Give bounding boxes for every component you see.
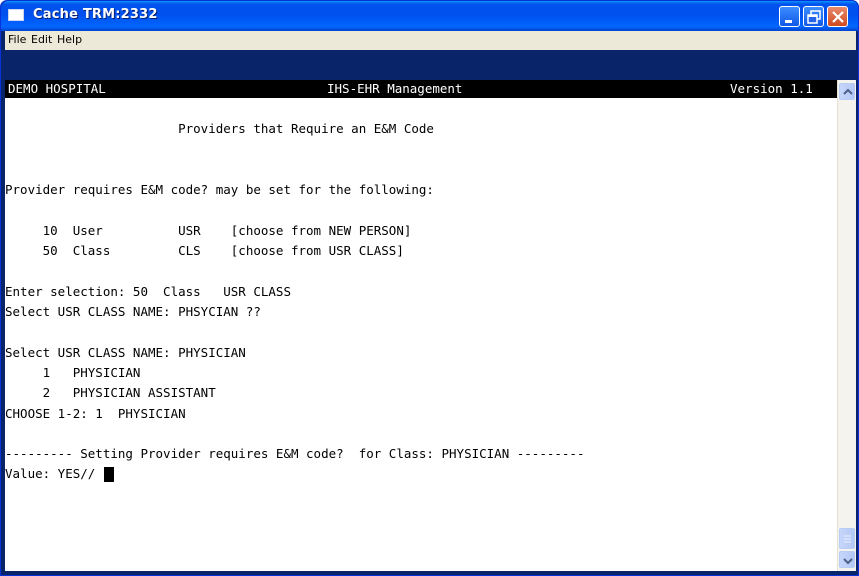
maximize-icon [807, 10, 821, 24]
terminal-line: 50 Class CLS [choose from USR CLASS] [5, 243, 404, 259]
terminal-line: --------- Setting Provider requires E&M … [5, 446, 585, 462]
scroll-grip-icon [844, 535, 851, 543]
menu-edit[interactable]: Edit [31, 33, 52, 46]
terminal-line: CHOOSE 1-2: 1 PHYSICIAN [5, 405, 186, 421]
terminal-window-icon [8, 9, 24, 21]
window-title: Cache TRM:2332 [33, 7, 158, 22]
vertical-scrollbar[interactable] [837, 80, 856, 571]
terminal-line: Select USR CLASS NAME: PHSYCIAN ?? [5, 304, 261, 319]
terminal-line: Providers that Require an E&M Code [5, 121, 434, 137]
terminal-window: Cache TRM:2332 File Edit Help Providers … [0, 0, 859, 576]
close-button[interactable] [827, 6, 848, 27]
menu-file[interactable]: File [8, 33, 26, 46]
terminal-line: Value: YES// [5, 466, 103, 482]
terminal-line: 2 PHYSICIAN ASSISTANT [5, 385, 216, 401]
version-label: Version 1.1 [730, 81, 813, 96]
terminal-line: 10 User USR [choose from NEW PERSON] [5, 222, 412, 238]
application-name: IHS-EHR Management [327, 81, 463, 96]
minimize-icon [785, 20, 792, 23]
title-bar[interactable]: Cache TRM:2332 [1, 1, 858, 31]
scroll-up-button[interactable] [839, 83, 855, 100]
close-icon [832, 11, 844, 23]
terminal-line: Enter selection: 50 Class USR CLASS [5, 283, 291, 299]
scroll-up-arrow-icon [843, 88, 853, 95]
menu-help[interactable]: Help [57, 33, 82, 46]
facility-name: DEMO HOSPITAL [8, 81, 106, 96]
terminal-header-bar: DEMO HOSPITAL IHS-EHR Management Version… [5, 80, 839, 98]
scroll-down-arrow-icon [843, 558, 853, 565]
terminal-screen[interactable]: Providers that Require an E&M Code Provid… [5, 80, 837, 571]
scroll-thumb[interactable] [839, 528, 855, 549]
terminal-line: 1 PHYSICIAN [5, 364, 141, 380]
text-cursor [103, 467, 114, 483]
minimize-button[interactable] [779, 6, 800, 27]
terminal-line: Select USR CLASS NAME: PHYSICIAN [5, 344, 246, 360]
scroll-down-button[interactable] [839, 551, 855, 568]
terminal-line: Provider requires E&M code? may be set f… [5, 182, 434, 198]
menu-bar: File Edit Help [5, 31, 856, 50]
maximize-button[interactable] [803, 6, 824, 27]
